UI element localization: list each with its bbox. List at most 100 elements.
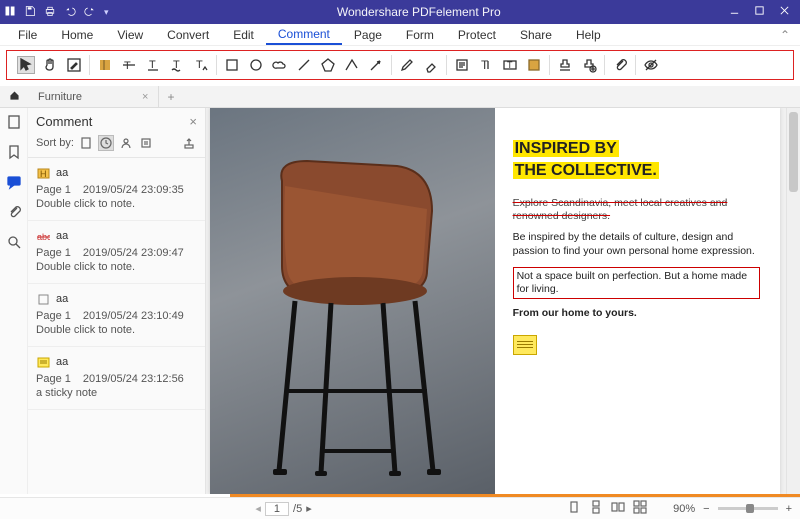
- comment-item[interactable]: aa Page 12019/05/24 23:12:56 a sticky no…: [28, 347, 205, 410]
- menu-home[interactable]: Home: [49, 26, 105, 44]
- view-continuous-icon[interactable]: [589, 500, 603, 517]
- redo-icon[interactable]: [84, 5, 96, 20]
- highlight-annot-icon: H: [36, 166, 50, 180]
- zoom-out-icon[interactable]: −: [703, 503, 709, 515]
- body-para-1: Be inspired by the details of culture, d…: [513, 231, 760, 258]
- svg-text:H: H: [40, 169, 47, 179]
- view-two-cont-icon[interactable]: [633, 500, 647, 517]
- sort-label: Sort by:: [36, 137, 74, 149]
- scrollbar-thumb[interactable]: [789, 112, 798, 192]
- sort-page-icon[interactable]: [78, 135, 94, 151]
- eraser-tool-icon[interactable]: [422, 56, 440, 74]
- nav-rail: [0, 108, 28, 494]
- rectangle-note: Not a space built on perfection. But a h…: [513, 267, 760, 299]
- squiggly-tool-icon[interactable]: T: [168, 56, 186, 74]
- menu-bar: File Home View Convert Edit Comment Page…: [0, 24, 800, 46]
- zoom-value[interactable]: 90%: [673, 503, 695, 515]
- page-total: /5: [293, 503, 302, 515]
- connected-lines-icon[interactable]: [343, 56, 361, 74]
- chair-illustration: [237, 151, 467, 481]
- menu-convert[interactable]: Convert: [155, 26, 221, 44]
- tab-close-icon[interactable]: ×: [142, 91, 148, 103]
- search-rail-icon[interactable]: [6, 234, 22, 250]
- comments-icon[interactable]: [6, 174, 22, 190]
- view-single-icon[interactable]: [567, 500, 581, 517]
- undo-icon[interactable]: [64, 5, 76, 20]
- comments-panel: Comment × Sort by: Haa Page 12019/05/24 …: [28, 108, 206, 494]
- document-tabs: Furniture × +: [0, 86, 800, 108]
- zoom-slider[interactable]: [718, 507, 778, 510]
- headline-1: INSPIRED BY: [513, 140, 619, 157]
- view-two-icon[interactable]: [611, 500, 625, 517]
- print-icon[interactable]: [44, 5, 56, 20]
- pencil-tool-icon[interactable]: [398, 56, 416, 74]
- underline-tool-icon[interactable]: T: [144, 56, 162, 74]
- menu-view[interactable]: View: [105, 26, 155, 44]
- sort-time-icon[interactable]: [98, 135, 114, 151]
- strikethrough-text: Explore Scandinavia, meet local creative…: [513, 197, 760, 223]
- maximize-icon[interactable]: [754, 5, 765, 19]
- menu-share[interactable]: Share: [508, 26, 564, 44]
- zoom-in-icon[interactable]: +: [786, 503, 792, 515]
- vertical-scrollbar[interactable]: [786, 108, 800, 494]
- rectangle-shape-icon[interactable]: [223, 56, 241, 74]
- menu-help[interactable]: Help: [564, 26, 613, 44]
- sort-author-icon[interactable]: [118, 135, 134, 151]
- svg-text:T: T: [196, 59, 203, 71]
- polygon-shape-icon[interactable]: [319, 56, 337, 74]
- page-text-column: INSPIRED BY THE COLLECTIVE. Explore Scan…: [495, 108, 780, 494]
- note-tool-icon[interactable]: [453, 56, 471, 74]
- typewriter-tool-icon[interactable]: T: [477, 56, 495, 74]
- hand-tool-icon[interactable]: [41, 56, 59, 74]
- svg-text:T: T: [149, 59, 156, 71]
- menu-protect[interactable]: Protect: [446, 26, 508, 44]
- minimize-icon[interactable]: [729, 5, 740, 19]
- textbox-tool-icon[interactable]: T: [501, 56, 519, 74]
- home-tab-icon[interactable]: [0, 89, 28, 105]
- arrow-shape-icon[interactable]: [367, 56, 385, 74]
- menu-form[interactable]: Form: [394, 26, 446, 44]
- caret-tool-icon[interactable]: T: [192, 56, 210, 74]
- document-tab[interactable]: Furniture ×: [28, 86, 159, 107]
- headline-2: THE COLLECTIVE.: [513, 162, 659, 179]
- close-icon[interactable]: [779, 5, 790, 19]
- area-highlight-icon[interactable]: [525, 56, 543, 74]
- sticky-annot-icon: [36, 355, 50, 369]
- custom-stamp-icon[interactable]: [580, 56, 598, 74]
- menu-edit[interactable]: Edit: [221, 26, 266, 44]
- thumbnails-icon[interactable]: [6, 114, 22, 130]
- strikeout-annot-icon: abc: [36, 229, 50, 243]
- next-page-icon[interactable]: ▸: [306, 502, 312, 515]
- ribbon-wrap: T T T T T T: [0, 46, 800, 86]
- oval-shape-icon[interactable]: [247, 56, 265, 74]
- document-view[interactable]: INSPIRED BY THE COLLECTIVE. Explore Scan…: [206, 108, 800, 494]
- attachments-icon[interactable]: [6, 204, 22, 220]
- highlight-tool-icon[interactable]: [96, 56, 114, 74]
- edit-tool-icon[interactable]: [65, 56, 83, 74]
- attachment-tool-icon[interactable]: [611, 56, 629, 74]
- pdf-page: INSPIRED BY THE COLLECTIVE. Explore Scan…: [210, 108, 780, 494]
- strikethrough-tool-icon[interactable]: T: [120, 56, 138, 74]
- prev-page-icon[interactable]: ◂: [255, 502, 261, 515]
- select-tool-icon[interactable]: [17, 56, 35, 74]
- panel-close-icon[interactable]: ×: [189, 114, 197, 129]
- line-shape-icon[interactable]: [295, 56, 313, 74]
- page-current[interactable]: 1: [265, 502, 289, 516]
- menu-comment[interactable]: Comment: [266, 25, 342, 45]
- comment-item[interactable]: aa Page 12019/05/24 23:10:49 Double clic…: [28, 284, 205, 347]
- sort-type-icon[interactable]: [138, 135, 154, 151]
- cloud-shape-icon[interactable]: [271, 56, 289, 74]
- comment-item[interactable]: abcaa Page 12019/05/24 23:09:47 Double c…: [28, 221, 205, 284]
- sticky-note-icon[interactable]: [513, 335, 537, 355]
- comment-item[interactable]: Haa Page 12019/05/24 23:09:35 Double cli…: [28, 158, 205, 221]
- export-comments-icon[interactable]: [181, 135, 197, 151]
- bookmarks-icon[interactable]: [6, 144, 22, 160]
- new-tab-icon[interactable]: +: [159, 90, 182, 104]
- save-icon[interactable]: [24, 5, 36, 20]
- collapse-ribbon-icon[interactable]: ⌃: [770, 28, 800, 42]
- stamp-tool-icon[interactable]: [556, 56, 574, 74]
- hide-annotations-icon[interactable]: [642, 56, 660, 74]
- menu-page[interactable]: Page: [342, 26, 394, 44]
- title-bar: ▾ Wondershare PDFelement Pro: [0, 0, 800, 24]
- menu-file[interactable]: File: [6, 26, 49, 44]
